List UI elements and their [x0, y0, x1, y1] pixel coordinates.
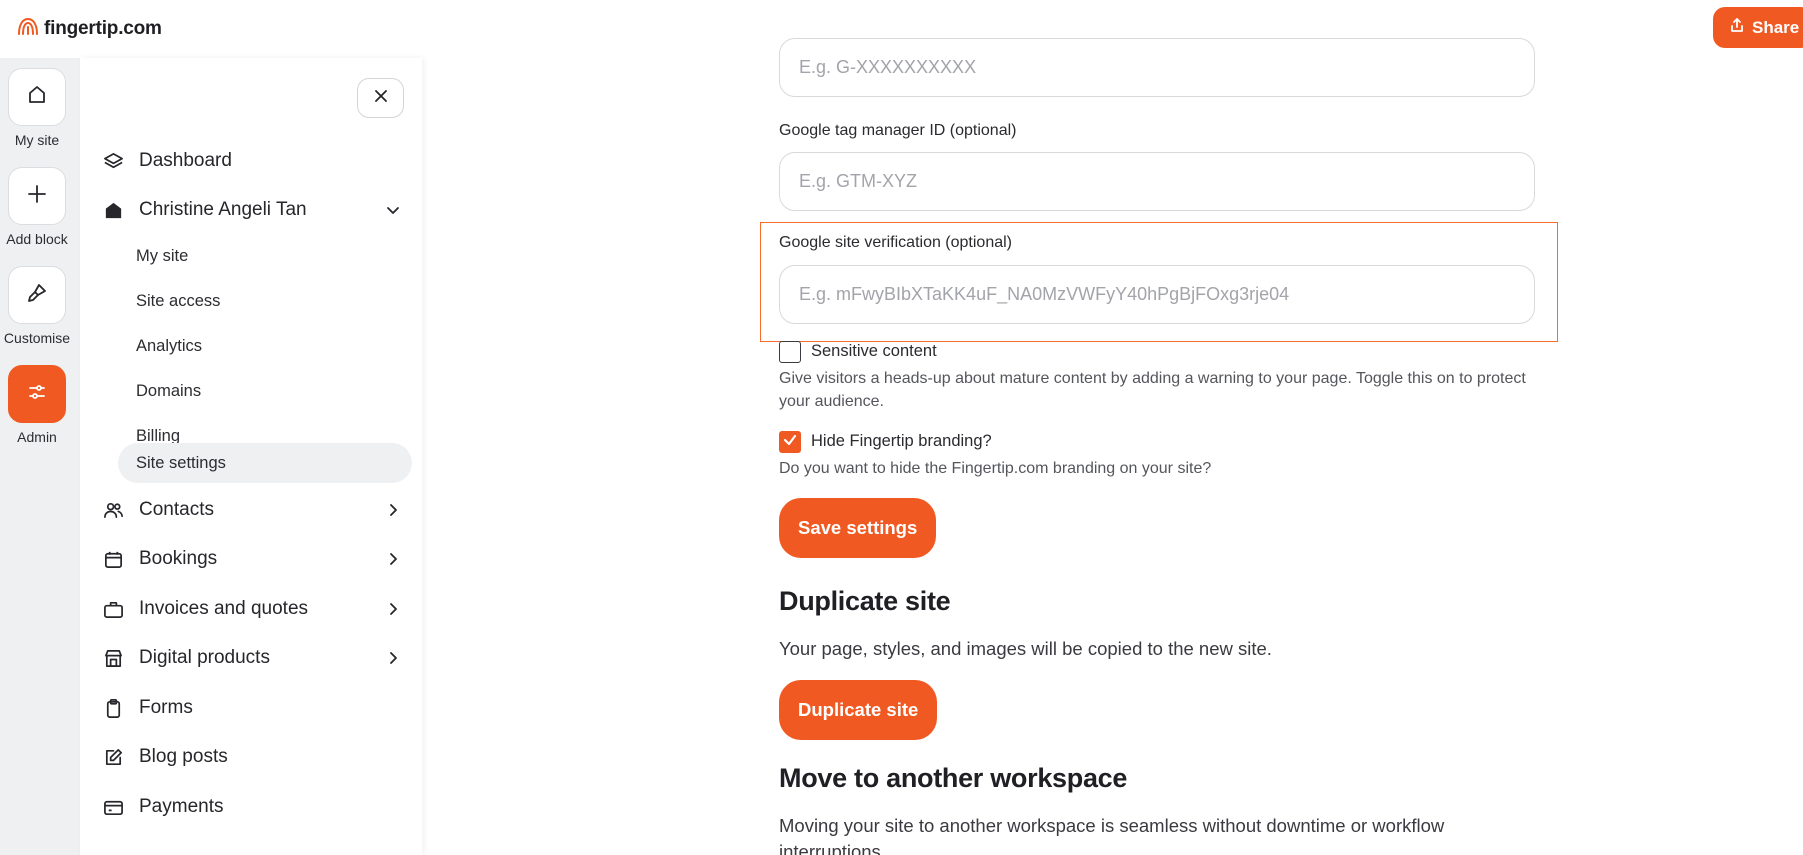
- chevron-right-icon: [390, 603, 397, 615]
- calendar-icon: [102, 548, 124, 570]
- duplicate-site-button[interactable]: Duplicate site: [779, 680, 938, 740]
- move-workspace-heading: Move to another workspace: [779, 763, 1128, 793]
- sidebar-item-label: Dashboard: [139, 150, 232, 171]
- admin-sidebar: Dashboard Christine Angeli Tan My site S…: [80, 58, 422, 855]
- hide-branding-label: Hide Fingertip branding?: [811, 432, 992, 450]
- close-icon: [373, 88, 389, 109]
- check-icon: [782, 432, 798, 453]
- sidebar-item-dashboard[interactable]: Dashboard: [102, 141, 402, 181]
- rail-label: Add block: [6, 231, 68, 247]
- sidebar-item-blog-posts[interactable]: Blog posts: [102, 737, 402, 777]
- rail-item-my-site[interactable]: My site: [0, 68, 74, 148]
- sidebar-subitem-site-settings[interactable]: Site settings: [118, 443, 412, 483]
- sidebar-item-label: Forms: [139, 697, 193, 718]
- sidebar-subitem-analytics[interactable]: Analytics: [118, 326, 412, 366]
- gtm-label: Google tag manager ID (optional): [779, 122, 1017, 139]
- chevron-right-icon: [390, 652, 397, 664]
- briefcase-icon: [102, 598, 124, 620]
- share-button[interactable]: Share: [1713, 7, 1803, 48]
- fingerprint-logo-icon: [17, 16, 39, 41]
- sidebar-item-label: Payments: [139, 796, 224, 817]
- rail-admin-button[interactable]: [8, 365, 66, 423]
- credit-card-icon: [102, 796, 124, 818]
- users-icon: [102, 499, 124, 521]
- brush-icon: [25, 281, 49, 310]
- hide-branding-checkbox[interactable]: [779, 431, 801, 453]
- sidebar-item-label: Digital products: [139, 647, 270, 668]
- rail-item-admin[interactable]: Admin: [0, 365, 74, 445]
- chevron-right-icon: [390, 504, 397, 516]
- sidebar-item-label: Christine Angeli Tan: [139, 199, 307, 220]
- sidebar-subitem-my-site[interactable]: My site: [118, 236, 412, 276]
- rail-item-add-block[interactable]: Add block: [0, 167, 74, 247]
- rail-customise-button[interactable]: [8, 266, 66, 324]
- rail-label: Admin: [17, 429, 57, 445]
- share-icon: [1729, 17, 1745, 38]
- duplicate-site-description: Your page, styles, and images will be co…: [779, 638, 1272, 659]
- google-site-verification-input[interactable]: [779, 265, 1535, 324]
- sidebar-item-forms[interactable]: Forms: [102, 688, 402, 728]
- sensitive-content-help: Give visitors a heads-up about mature co…: [779, 370, 1526, 410]
- google-analytics-input[interactable]: [779, 38, 1535, 97]
- sidebar-item-site[interactable]: Christine Angeli Tan: [102, 190, 402, 230]
- plus-icon: [25, 182, 49, 211]
- share-label: Share: [1752, 17, 1800, 37]
- sidebar-item-label: Bookings: [139, 548, 218, 569]
- close-sidebar-button[interactable]: [357, 78, 404, 118]
- rail-label: Customise: [3, 330, 71, 346]
- save-settings-button[interactable]: Save settings: [779, 498, 937, 558]
- home-icon: [25, 83, 49, 112]
- duplicate-site-heading: Duplicate site: [779, 586, 951, 616]
- rail-add-block-button[interactable]: [8, 167, 66, 225]
- chevron-right-icon: [390, 553, 397, 565]
- sensitive-content-checkbox[interactable]: [779, 341, 801, 363]
- edit-icon: [102, 746, 124, 768]
- layers-icon: [102, 150, 124, 172]
- house-filled-icon: [102, 199, 124, 221]
- gsv-label: Google site verification (optional): [779, 234, 1013, 251]
- hide-branding-help: Do you want to hide the Fingertip.com br…: [779, 460, 1212, 477]
- chevron-down-icon[interactable]: [384, 201, 402, 219]
- clipboard-icon: [102, 697, 124, 719]
- sidebar-item-contacts[interactable]: Contacts: [102, 490, 402, 530]
- sidebar-item-label: Contacts: [139, 499, 214, 520]
- store-icon: [102, 647, 124, 669]
- sidebar-item-label: Invoices and quotes: [139, 598, 309, 619]
- sidebar-item-digital-products[interactable]: Digital products: [102, 638, 402, 678]
- rail-label: My site: [14, 132, 60, 148]
- sidebar-item-label: Blog posts: [139, 746, 228, 767]
- logo-text: fingertip.com: [44, 17, 162, 39]
- sidebar-item-invoices[interactable]: Invoices and quotes: [102, 589, 402, 629]
- icon-rail: My site Add block Customise Admin: [0, 58, 80, 855]
- sidebar-item-payments[interactable]: Payments: [102, 787, 402, 827]
- rail-my-site-button[interactable]: [8, 68, 66, 126]
- sensitive-content-label: Sensitive content: [811, 342, 937, 360]
- google-tag-manager-input[interactable]: [779, 152, 1535, 211]
- sidebar-item-bookings[interactable]: Bookings: [102, 539, 402, 579]
- rail-item-customise[interactable]: Customise: [0, 266, 74, 346]
- move-workspace-description: Moving your site to another workspace is…: [779, 815, 1445, 855]
- logo[interactable]: fingertip.com: [17, 16, 162, 41]
- sidebar-subitem-site-access[interactable]: Site access: [118, 281, 412, 321]
- sidebar-subitem-domains[interactable]: Domains: [118, 371, 412, 411]
- sliders-icon: [25, 380, 49, 409]
